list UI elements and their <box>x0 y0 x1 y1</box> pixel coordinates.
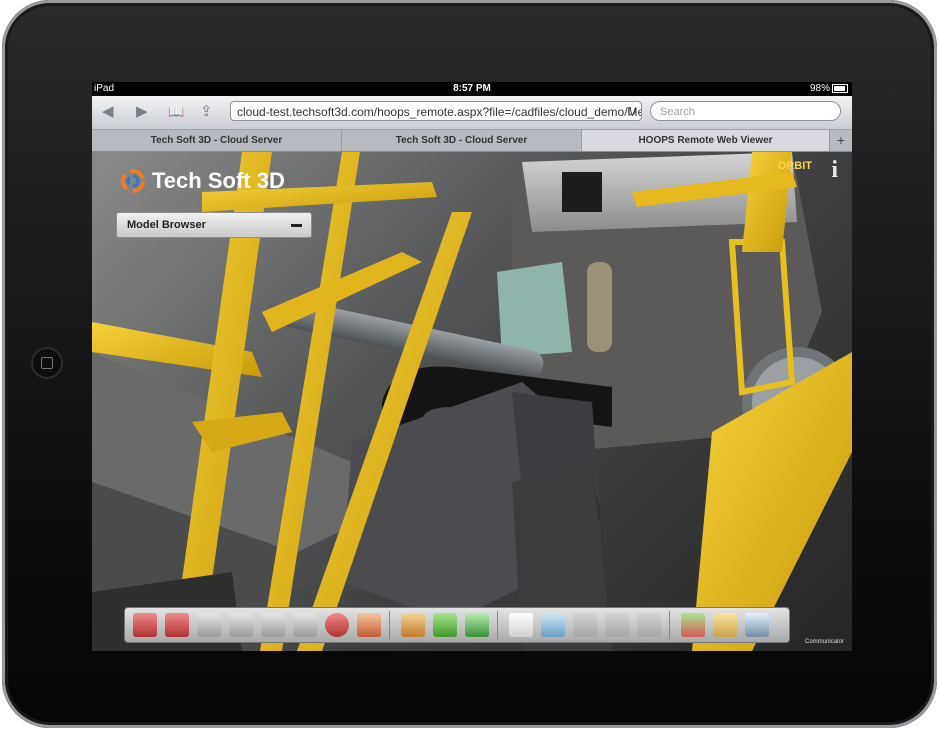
new-tab-icon[interactable]: + <box>830 130 852 151</box>
status-bar: iPad 8:57 PM 98% <box>92 82 852 96</box>
3d-viewport[interactable]: Tech Soft 3D ORBIT i Model Browser Commu… <box>92 152 852 651</box>
tab-hoops-remote[interactable]: HOOPS Remote Web Viewer <box>582 130 830 151</box>
home-button[interactable] <box>31 347 63 379</box>
reload-icon[interactable]: ↻ <box>626 102 637 120</box>
tab-cloud-server-1[interactable]: Tech Soft 3D - Cloud Server <box>92 130 342 151</box>
logo-text: Tech Soft 3D <box>152 168 285 193</box>
tab-bar: Tech Soft 3D - Cloud Server Tech Soft 3D… <box>92 130 852 152</box>
view-iso-icon[interactable] <box>325 613 349 637</box>
back-icon[interactable]: ◀ <box>102 101 114 123</box>
view-right-icon[interactable] <box>229 613 253 637</box>
url-text: cloud-test.techsoft3d.com/hoops_remote.a… <box>237 105 642 119</box>
view-front-icon[interactable] <box>133 613 157 637</box>
logo-swirl-icon <box>121 169 145 193</box>
battery-status: 98% <box>810 83 848 94</box>
shaded-icon[interactable] <box>433 613 457 637</box>
model-browser-panel[interactable]: Model Browser <box>116 212 312 238</box>
bookmarks-icon[interactable]: 📖 <box>168 101 184 123</box>
screen: iPad 8:57 PM 98% ◀ ▶ 📖 ⇪ cloud-test.tech… <box>92 82 852 651</box>
wireframe-icon[interactable] <box>465 613 489 637</box>
search-input[interactable]: Search <box>650 101 841 121</box>
share-icon[interactable]: ⇪ <box>200 101 213 123</box>
view-back-icon[interactable] <box>165 613 189 637</box>
model-browser-title: Model Browser <box>127 219 206 231</box>
annotate-icon[interactable] <box>541 613 565 637</box>
home-button-icon <box>41 357 53 369</box>
watermark: Communicator <box>804 639 844 645</box>
view-bottom-icon[interactable] <box>293 613 317 637</box>
explode-icon[interactable] <box>681 613 705 637</box>
redline-icon[interactable] <box>637 613 661 637</box>
viewer-toolbar <box>124 607 790 643</box>
toolbar-separator <box>389 611 390 639</box>
url-field[interactable]: cloud-test.techsoft3d.com/hoops_remote.a… <box>230 101 642 121</box>
minimize-icon[interactable] <box>291 224 302 227</box>
measure-icon[interactable] <box>573 613 597 637</box>
toolbar-separator <box>497 611 498 639</box>
view-top-icon[interactable] <box>261 613 285 637</box>
markup-icon[interactable] <box>605 613 629 637</box>
battery-percent: 98% <box>809 83 830 94</box>
select-icon[interactable] <box>509 613 533 637</box>
forward-icon[interactable]: ▶ <box>136 101 148 123</box>
battery-icon <box>832 83 848 93</box>
browser-toolbar: ◀ ▶ 📖 ⇪ cloud-test.techsoft3d.com/hoops_… <box>92 96 852 130</box>
home-icon[interactable] <box>401 613 425 637</box>
toolbar-separator <box>669 611 670 639</box>
tech-soft-3d-logo: Tech Soft 3D <box>120 168 285 194</box>
cutaway-icon[interactable] <box>713 613 737 637</box>
status-time: 8:57 PM <box>453 83 491 94</box>
ipad-frame: iPad 8:57 PM 98% ◀ ▶ 📖 ⇪ cloud-test.tech… <box>2 0 937 728</box>
snapshot-icon[interactable] <box>745 613 769 637</box>
mode-indicator: ORBIT <box>777 160 812 172</box>
tab-cloud-server-2[interactable]: Tech Soft 3D - Cloud Server <box>342 130 582 151</box>
view-left-icon[interactable] <box>197 613 221 637</box>
info-icon[interactable]: i <box>831 157 838 184</box>
section-plane-icon[interactable] <box>357 613 381 637</box>
